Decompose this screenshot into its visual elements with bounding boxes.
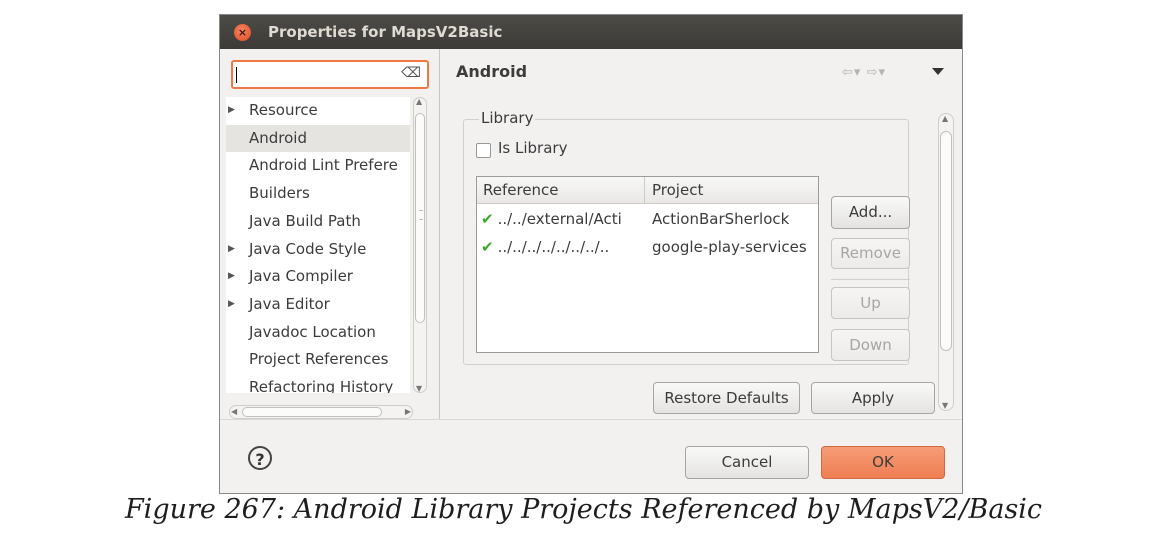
grip-icon — [419, 210, 423, 220]
reference-text: ../../external/Acti — [497, 210, 622, 228]
library-reference-table[interactable]: Reference Project ✔ ../../external/Acti Ac… — [476, 176, 819, 353]
page-vertical-scrollbar[interactable]: ▲ ▼ — [938, 113, 954, 411]
title-bar: × Properties for MapsV2Basic — [220, 15, 962, 49]
tree-item-label: Javadoc Location — [249, 322, 376, 341]
apply-button[interactable]: Apply — [811, 382, 935, 414]
reference-text: ../../../../../../../.. — [497, 238, 610, 256]
close-icon[interactable]: × — [234, 24, 251, 41]
clear-text-icon[interactable]: ⌫ — [401, 65, 421, 81]
table-row[interactable]: ✔ ../../external/Acti ActionBarSherlock — [477, 206, 818, 233]
tree-item-label: Resource — [249, 101, 318, 119]
table-row[interactable]: ✔ ../../../../../../../.. google-play-serv… — [477, 234, 818, 261]
tree-item[interactable]: Android — [226, 124, 410, 152]
restore-defaults-button[interactable]: Restore Defaults — [653, 382, 800, 414]
column-header-project[interactable]: Project — [652, 177, 703, 204]
up-button[interactable]: Up — [831, 287, 910, 319]
navigation-arrows[interactable]: ⇦▾ ⇨▾ — [842, 65, 886, 80]
tree-item-label: Project References — [249, 350, 389, 369]
project-cell: ActionBarSherlock — [652, 210, 790, 228]
tree-item-label: Android — [249, 128, 307, 147]
project-cell: google-play-services — [652, 238, 807, 256]
cancel-button[interactable]: Cancel — [685, 446, 809, 479]
tree-item-label: Refactoring History — [249, 378, 394, 393]
tree-item[interactable]: ▶ Java Editor — [226, 291, 410, 318]
expand-arrow-icon[interactable]: ▶ — [228, 263, 235, 290]
tree-hscroll-thumb[interactable] — [242, 407, 382, 417]
tree-item-label: Java Build Path — [249, 211, 361, 230]
is-library-label[interactable]: Is Library — [498, 139, 567, 157]
scroll-right-icon[interactable]: ▶ — [405, 407, 411, 416]
tree-item-label: Java Editor — [249, 294, 330, 313]
tree-item[interactable]: Refactoring History — [226, 374, 410, 393]
tree-item[interactable]: ▶ Java Compiler — [226, 263, 410, 290]
tree-horizontal-scrollbar[interactable]: ◀ ▶ — [229, 405, 413, 419]
reference-cell: ✔ ../../../../../../../.. — [481, 234, 644, 261]
tree-item[interactable]: Java Build Path — [226, 208, 410, 235]
tree-item[interactable]: ▶ Resource — [226, 97, 410, 124]
button-separator — [831, 279, 910, 280]
expand-arrow-icon[interactable]: ▶ — [228, 236, 235, 263]
tree-item[interactable]: ▶ Java Code Style — [226, 236, 410, 263]
library-group-label: Library — [479, 109, 536, 127]
check-icon: ✔ — [481, 238, 494, 256]
page-scroll-thumb[interactable] — [940, 131, 952, 351]
tree-item-label: Android Lint Prefere — [249, 156, 398, 175]
forward-arrow-icon[interactable]: ⇨▾ — [867, 65, 886, 80]
android-page: Library Is Library Reference Project ✔..… — [442, 105, 935, 417]
check-icon: ✔ — [481, 210, 494, 228]
expand-arrow-icon[interactable]: ▶ — [228, 291, 235, 318]
add-button[interactable]: Add... — [831, 196, 910, 229]
expand-arrow-icon[interactable]: ▶ — [228, 97, 235, 124]
property-tree: ▶ Resource Android Android Lint Prefere Buil… — [226, 97, 410, 393]
properties-dialog: × Properties for MapsV2Basic ⌫ ▶ Resource… — [219, 14, 963, 494]
ok-button[interactable]: OK — [821, 446, 945, 479]
figure-caption: Figure 267: Android Library Projects Ref… — [124, 494, 1043, 525]
table-header: Reference Project — [477, 177, 818, 204]
down-button[interactable]: Down — [831, 329, 910, 361]
page-title: Android — [456, 62, 528, 81]
scroll-down-icon[interactable]: ▼ — [942, 401, 948, 410]
scroll-up-icon[interactable]: ▲ — [942, 114, 948, 123]
view-menu-icon[interactable] — [932, 68, 944, 75]
back-arrow-icon[interactable]: ⇦▾ — [842, 65, 861, 80]
column-header-reference[interactable]: Reference — [483, 177, 559, 204]
column-divider[interactable] — [644, 177, 645, 204]
dialog-button-bar: ? Cancel OK — [220, 419, 962, 493]
help-icon[interactable]: ? — [248, 446, 272, 470]
scroll-down-icon[interactable]: ▼ — [416, 384, 422, 393]
tree-item[interactable]: Builders — [226, 180, 410, 207]
reference-cell: ✔ ../../external/Acti — [481, 206, 644, 233]
tree-item-label: Builders — [249, 184, 310, 203]
tree-item[interactable]: Project References — [226, 346, 410, 373]
remove-button[interactable]: Remove — [831, 238, 910, 269]
tree-vertical-scrollbar[interactable]: ▲ ▼ — [413, 97, 427, 393]
text-caret — [236, 67, 237, 83]
tree-item-label: Java Compiler — [249, 267, 353, 286]
scroll-up-icon[interactable]: ▲ — [416, 97, 422, 106]
scroll-left-icon[interactable]: ◀ — [231, 407, 237, 416]
filter-input[interactable]: ⌫ — [231, 60, 429, 89]
tree-item[interactable]: Android Lint Prefere — [226, 152, 410, 179]
is-library-checkbox[interactable] — [476, 143, 491, 158]
tree-item[interactable]: Javadoc Location — [226, 319, 410, 346]
window-title: Properties for MapsV2Basic — [268, 23, 503, 41]
tree-item-label: Java Code Style — [249, 239, 367, 258]
tree-scroll-thumb[interactable] — [415, 113, 425, 323]
